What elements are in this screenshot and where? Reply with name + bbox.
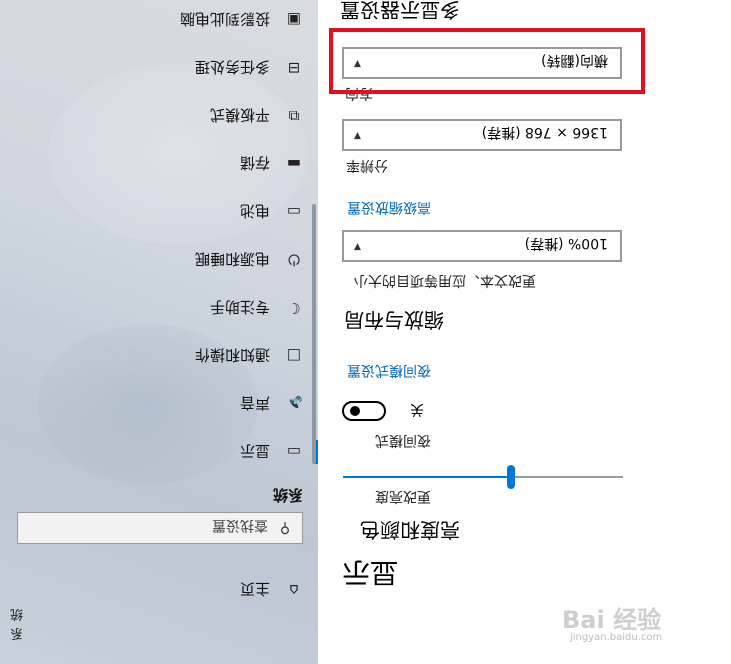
highlight-box (329, 28, 645, 94)
nav-scrollbar[interactable] (312, 204, 316, 464)
search-icon: ⚲ (279, 520, 291, 536)
nav-item-tablet[interactable]: ⧉ 平板模式 (0, 92, 318, 140)
resolution-dropdown[interactable]: 1366 × 768 (推荐) ▾ (342, 119, 622, 151)
scale-dropdown[interactable]: 100% (推荐) ▾ (342, 230, 622, 262)
nav-item-home[interactable]: ⌂ 主页 (0, 566, 318, 614)
night-light-label: 夜间模式 (375, 432, 431, 448)
advanced-scaling-link[interactable]: 高级缩放设置 (347, 198, 431, 218)
settings-window: 显示 亮度和颜色 更改亮度 夜间模式 关 夜间模式设置 缩放与布局 更改文本、应… (0, 0, 731, 664)
baidu-watermark: Bai 经验 jingyan.baidu.com (562, 600, 727, 660)
scale-label: 更改文本、应用等项目的大小 (354, 272, 536, 288)
tablet-icon: ⧉ (288, 107, 300, 125)
battery-icon: ▭ (286, 203, 302, 221)
nav-item-label: 平板模式 (209, 106, 270, 124)
project-icon: ▣ (286, 11, 302, 29)
toggle-knob (350, 406, 360, 416)
nav-item-label: 电源和睡眠 (194, 250, 270, 268)
page-title: 显示 (341, 556, 398, 589)
power-icon: ⏻ (288, 251, 300, 269)
nav-item-label: 存储 (239, 154, 270, 172)
section-label: 系统 (272, 486, 303, 504)
brightness-heading: 亮度和颜色 (360, 518, 460, 542)
nav-item-multitasking[interactable]: ⊟ 多任务处理 (0, 44, 318, 92)
main-content: 显示 亮度和颜色 更改亮度 夜间模式 关 夜间模式设置 缩放与布局 更改文本、应… (318, 0, 731, 664)
search-input[interactable]: ⚲ 查找设置 (17, 512, 303, 544)
paw-icon (611, 600, 637, 628)
nav-item-label: 多任务处理 (194, 58, 270, 76)
brightness-slider[interactable] (343, 465, 623, 489)
brightness-slider-thumb[interactable] (507, 465, 515, 489)
nav-item-label: 专注助手 (209, 298, 270, 316)
nav-item-battery[interactable]: ▭ 电池 (0, 188, 318, 236)
flipped-screen: 显示 亮度和颜色 更改亮度 夜间模式 关 夜间模式设置 缩放与布局 更改文本、应… (0, 0, 731, 664)
search-placeholder: 查找设置 (212, 517, 268, 533)
resolution-value: 1366 × 768 (推荐) (481, 124, 608, 140)
nav-pane: 系统 ⌂ 主页 ⚲ 查找设置 系统 ▭ 显示 🔈 声音 □ 通知和操作 ☾ 专注… (0, 0, 318, 664)
nav-item-label: 主页 (239, 580, 270, 598)
nav-item-notifications[interactable]: □ 通知和操作 (0, 332, 318, 380)
chevron-down-icon: ▾ (354, 239, 362, 255)
watermark-url: jingyan.baidu.com (570, 632, 663, 643)
brightness-label: 更改亮度 (375, 488, 431, 504)
chevron-down-icon: ▾ (354, 128, 362, 144)
monitor-icon: ▭ (286, 443, 302, 461)
nav-item-sound[interactable]: 🔈 声音 (0, 380, 318, 428)
storage-icon: ▬ (286, 155, 302, 173)
moon-icon: ☾ (287, 299, 301, 317)
notification-icon: □ (286, 347, 302, 365)
nav-item-display[interactable]: ▭ 显示 (0, 428, 318, 476)
nav-item-label: 通知和操作 (194, 346, 270, 364)
nav-item-label: 声音 (239, 394, 270, 412)
speaker-icon: 🔈 (284, 395, 304, 413)
multitask-icon: ⊟ (287, 59, 301, 77)
nav-item-label: 显示 (239, 442, 270, 460)
nav-item-label: 投影到此电脑 (179, 10, 270, 28)
night-light-settings-link[interactable]: 夜间模式设置 (347, 361, 431, 381)
resolution-label: 分辨率 (346, 157, 388, 173)
scale-heading: 缩放与布局 (344, 308, 444, 332)
scale-value: 100% (推荐) (524, 235, 608, 251)
brightness-slider-fill (343, 476, 511, 478)
night-light-state: 关 (410, 401, 424, 417)
home-icon: ⌂ (289, 581, 299, 599)
nav-item-storage[interactable]: ▬ 存储 (0, 140, 318, 188)
nav-item-power[interactable]: ⏻ 电源和睡眠 (0, 236, 318, 284)
night-light-toggle[interactable] (342, 401, 386, 421)
nav-item-label: 电池 (239, 202, 270, 220)
multi-display-heading: 多显示器设置 (340, 0, 460, 22)
nav-item-project[interactable]: ▣ 投影到此电脑 (0, 0, 318, 44)
nav-item-focus[interactable]: ☾ 专注助手 (0, 284, 318, 332)
